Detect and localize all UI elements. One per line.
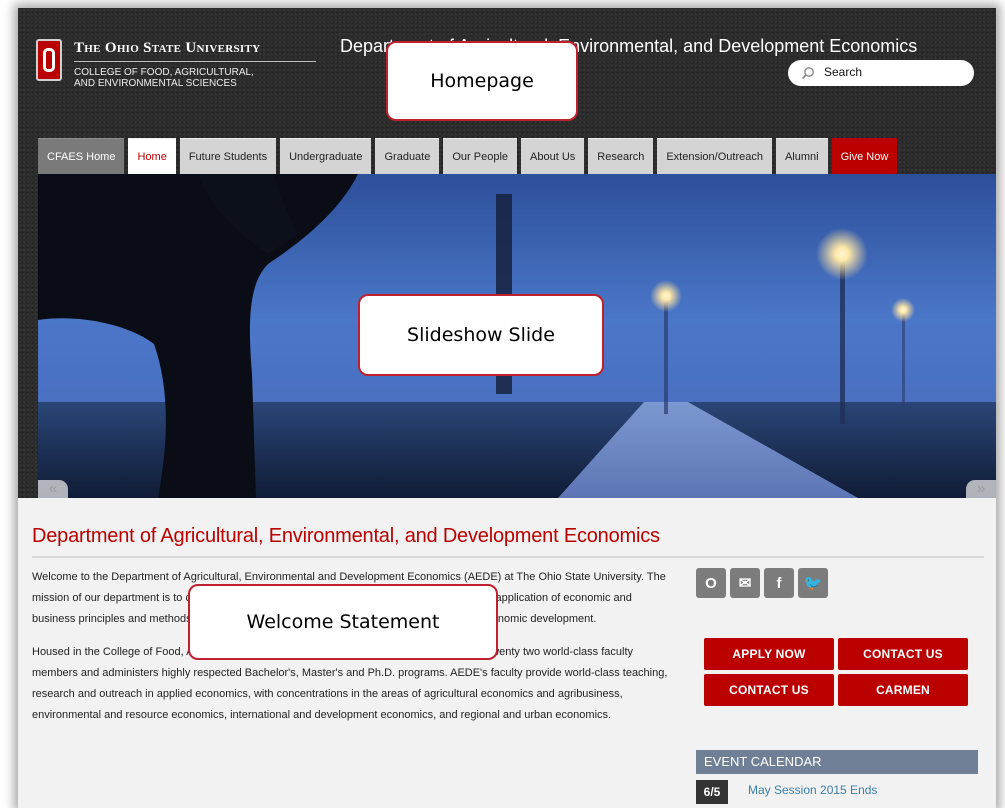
nav-item-undergraduate[interactable]: Undergraduate — [280, 138, 372, 174]
welcome-statement-callout: Welcome Statement — [188, 584, 498, 660]
nav-item-give-now[interactable]: Give Now — [831, 138, 898, 174]
nav-item-future-students[interactable]: Future Students — [179, 138, 277, 174]
search-icon — [801, 67, 814, 80]
homepage-callout: Homepage — [386, 41, 578, 121]
event-date: 6/5 — [696, 780, 728, 804]
nav-item-about-us[interactable]: About Us — [521, 138, 585, 174]
main-content: Department of Agricultural, Environmenta… — [18, 498, 996, 808]
carmen-button[interactable]: CARMEN — [838, 674, 968, 706]
slideshow-slide-callout: Slideshow Slide — [358, 294, 604, 376]
osu-block-o-icon[interactable]: O — [696, 568, 726, 598]
social-links: O ✉ f 🐦 — [696, 568, 828, 598]
slideshow-prev-button[interactable]: « — [38, 480, 68, 498]
logo-divider — [74, 61, 316, 62]
heading-divider — [32, 556, 984, 558]
nav-item-alumni[interactable]: Alumni — [775, 138, 828, 174]
twitter-icon[interactable]: 🐦 — [798, 568, 828, 598]
search-input[interactable]: Search — [788, 60, 974, 86]
main-nav: CFAES Home Home Future Students Undergradua… — [38, 138, 898, 174]
browser-page: The Ohio State University COLLEGE OF FOO… — [18, 8, 996, 808]
slideshow-next-button[interactable]: » — [966, 480, 996, 498]
college-name-line2: AND ENVIRONMENTAL SCIENCES — [74, 78, 237, 89]
nav-item-cfaes-home[interactable]: CFAES Home — [38, 138, 125, 174]
nav-item-research[interactable]: Research — [588, 138, 654, 174]
contact-us-button[interactable]: CONTACT US — [704, 674, 834, 706]
event-list-item[interactable]: 6/5 May Session 2015 Ends — [696, 780, 978, 808]
apply-now-button[interactable]: APPLY NOW — [704, 638, 834, 670]
page-title: Department of Agricultural, Environmenta… — [32, 525, 660, 547]
contact-us-button[interactable]: CONTACT US — [838, 638, 968, 670]
event-calendar-header: EVENT CALENDAR — [696, 750, 978, 774]
university-name: The Ohio State University — [74, 40, 261, 56]
action-buttons: APPLY NOW CONTACT US CONTACT US CARMEN — [704, 638, 974, 706]
event-title-link[interactable]: May Session 2015 Ends — [748, 783, 877, 797]
osu-block-o-logo-icon — [36, 39, 62, 81]
osu-cfaes-logo[interactable]: The Ohio State University COLLEGE OF FOO… — [36, 36, 326, 96]
nav-item-graduate[interactable]: Graduate — [375, 138, 440, 174]
college-name-line1: COLLEGE OF FOOD, AGRICULTURAL, — [74, 67, 254, 78]
nav-item-our-people[interactable]: Our People — [443, 138, 518, 174]
email-icon[interactable]: ✉ — [730, 568, 760, 598]
nav-item-extension-outreach[interactable]: Extension/Outreach — [657, 138, 772, 174]
facebook-icon[interactable]: f — [764, 568, 794, 598]
search-placeholder: Search — [824, 65, 863, 79]
nav-item-home[interactable]: Home — [128, 138, 176, 174]
